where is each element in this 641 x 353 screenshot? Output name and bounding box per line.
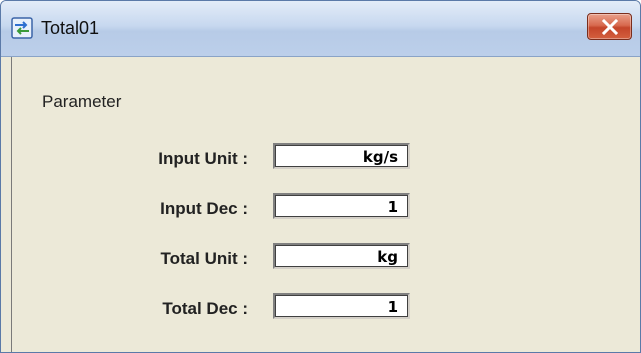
input-unit-label: Input Unit : bbox=[158, 149, 248, 168]
input-dec-field[interactable]: 1 bbox=[273, 193, 410, 219]
title-bar[interactable]: Total01 bbox=[1, 1, 640, 57]
total-unit-label: Total Unit : bbox=[160, 249, 249, 268]
window-title: Total01 bbox=[41, 18, 100, 38]
input-unit-field[interactable]: kg/s bbox=[273, 143, 410, 169]
input-dec-label: Input Dec : bbox=[160, 199, 248, 218]
parameter-panel: Parameter Input Unit : kg/s Input Dec : … bbox=[11, 57, 640, 352]
total-dec-field[interactable]: 1 bbox=[273, 293, 410, 319]
parameter-section-label: Parameter bbox=[42, 92, 122, 111]
total-dec-label: Total Dec : bbox=[162, 299, 248, 318]
close-button[interactable] bbox=[587, 13, 632, 40]
total01-window: Total01 Parameter Input Unit : kg/s Inpu… bbox=[0, 0, 641, 353]
total-unit-field[interactable]: kg bbox=[273, 243, 410, 269]
close-x-icon bbox=[601, 19, 619, 35]
transfer-arrows-icon bbox=[11, 17, 33, 39]
